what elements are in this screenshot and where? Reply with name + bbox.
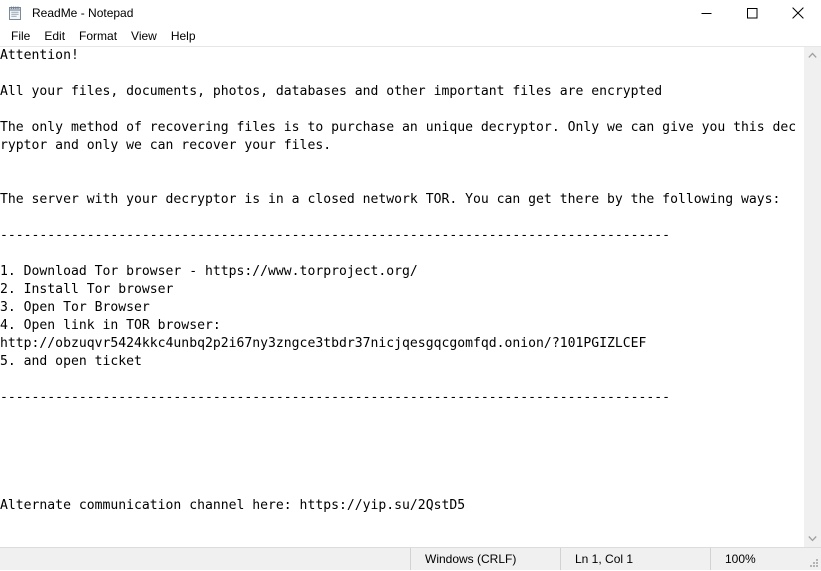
window-title: ReadMe - Notepad	[32, 0, 133, 26]
document-line: All your files, documents, photos, datab…	[0, 83, 801, 101]
title-bar-left: ReadMe - Notepad	[0, 0, 133, 26]
document-line: The only method of recovering files is t…	[0, 119, 801, 155]
notepad-window: ReadMe - Notepad File Edit	[0, 0, 821, 570]
document-line	[0, 479, 801, 497]
document-line	[0, 407, 801, 425]
document-line	[0, 371, 801, 389]
scroll-down-button[interactable]	[804, 530, 821, 547]
document-line: Attention!	[0, 47, 801, 65]
resize-grip-icon[interactable]	[807, 556, 819, 568]
minimize-button[interactable]	[683, 0, 729, 26]
menu-item-file[interactable]: File	[4, 27, 37, 46]
document-line: ----------------------------------------…	[0, 227, 801, 245]
status-bar-spacer	[0, 548, 410, 570]
window-controls	[683, 0, 821, 26]
notepad-icon	[7, 5, 23, 21]
text-editor[interactable]: Attention! All your files, documents, ph…	[0, 47, 803, 547]
document-line	[0, 245, 801, 263]
scroll-track[interactable]	[804, 64, 821, 530]
document-line	[0, 425, 801, 443]
title-bar: ReadMe - Notepad	[0, 0, 821, 26]
document-line: ----------------------------------------…	[0, 389, 801, 407]
document-line	[0, 155, 801, 173]
close-button[interactable]	[775, 0, 821, 26]
document-line: 3. Open Tor Browser	[0, 299, 801, 317]
document-line	[0, 65, 801, 83]
status-cursor-position: Ln 1, Col 1	[560, 548, 710, 570]
document-line: 2. Install Tor browser	[0, 281, 801, 299]
vertical-scrollbar[interactable]	[803, 47, 821, 547]
scroll-up-button[interactable]	[804, 47, 821, 64]
document-line: 1. Download Tor browser - https://www.to…	[0, 263, 801, 281]
document-line: Alternate communication channel here: ht…	[0, 497, 801, 515]
document-line	[0, 209, 801, 227]
status-encoding: Windows (CRLF)	[410, 548, 560, 570]
maximize-button[interactable]	[729, 0, 775, 26]
menu-item-edit[interactable]: Edit	[37, 27, 72, 46]
editor-area: Attention! All your files, documents, ph…	[0, 46, 821, 547]
document-line	[0, 173, 801, 191]
document-line: 5. and open ticket	[0, 353, 801, 371]
menu-item-help[interactable]: Help	[164, 27, 203, 46]
status-bar: Windows (CRLF) Ln 1, Col 1 100%	[0, 547, 821, 570]
document-line: The server with your decryptor is in a c…	[0, 191, 801, 209]
menu-item-view[interactable]: View	[124, 27, 164, 46]
document-line: 4. Open link in TOR browser:	[0, 317, 801, 335]
menu-item-format[interactable]: Format	[72, 27, 124, 46]
document-line	[0, 101, 801, 119]
document-line	[0, 443, 801, 461]
menu-bar: File Edit Format View Help	[0, 26, 821, 46]
document-line	[0, 461, 801, 479]
document-text[interactable]: Attention! All your files, documents, ph…	[0, 47, 801, 515]
document-line: http://obzuqvr5424kkc4unbq2p2i67ny3zngce…	[0, 335, 801, 353]
status-zoom-level: 100%	[710, 548, 821, 570]
